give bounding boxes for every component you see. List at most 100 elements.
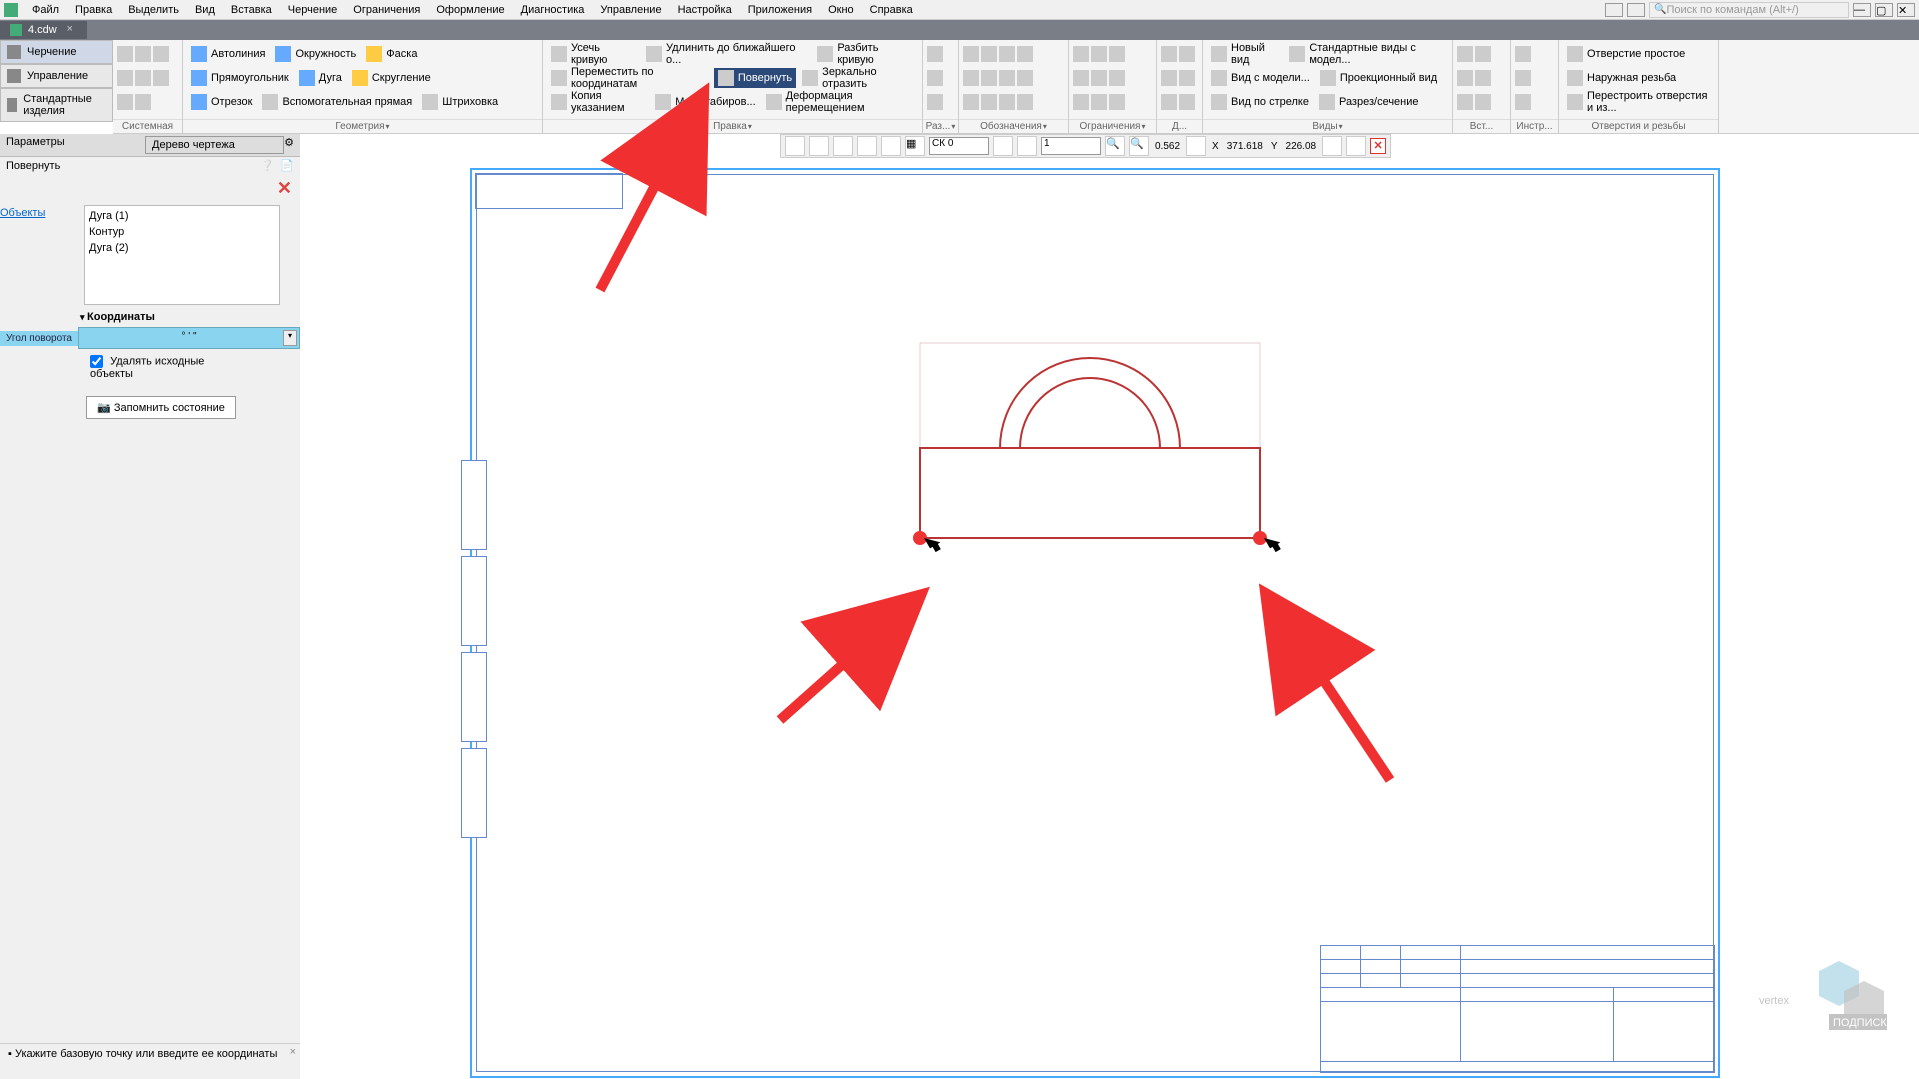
d5-icon[interactable] xyxy=(1161,94,1177,110)
btn-stdviews[interactable]: Стандартные виды с модел... xyxy=(1285,40,1448,68)
panel-gear-icon[interactable]: ⚙ xyxy=(284,136,294,154)
a9-icon[interactable] xyxy=(963,94,979,110)
a6-icon[interactable] xyxy=(981,70,997,86)
group-label-constr[interactable]: Ограничения xyxy=(1069,119,1156,133)
a8-icon[interactable] xyxy=(1017,70,1033,86)
ctb-6[interactable] xyxy=(993,136,1013,156)
btn-projview[interactable]: Проекционный вид xyxy=(1316,68,1441,88)
i4-icon[interactable] xyxy=(1475,70,1491,86)
dim1-icon[interactable] xyxy=(927,46,943,62)
btn-fillet[interactable]: Скругление xyxy=(348,68,435,88)
list-item[interactable]: Дуга (2) xyxy=(87,240,277,256)
c7-icon[interactable] xyxy=(1073,94,1089,110)
section-coordinates[interactable]: Координаты xyxy=(0,307,300,327)
i1-icon[interactable] xyxy=(1457,46,1473,62)
a11-icon[interactable] xyxy=(999,94,1015,110)
d3-icon[interactable] xyxy=(1161,70,1177,86)
ctb-2[interactable] xyxy=(809,136,829,156)
print-icon[interactable] xyxy=(117,70,133,86)
group-label-annot[interactable]: Обозначения xyxy=(959,119,1068,133)
menu-manage[interactable]: Управление xyxy=(592,2,669,18)
btn-modelview[interactable]: Вид с модели... xyxy=(1207,68,1314,88)
c4-icon[interactable] xyxy=(1073,70,1089,86)
group-label-views[interactable]: Виды xyxy=(1203,119,1452,133)
angle-input[interactable]: ° ' " ▾ xyxy=(78,327,300,349)
btn-segment[interactable]: Отрезок xyxy=(187,92,256,112)
a10-icon[interactable] xyxy=(981,94,997,110)
maximize-button[interactable]: ▢ xyxy=(1875,3,1893,17)
btn-section[interactable]: Разрез/сечение xyxy=(1315,92,1423,112)
doc-tab-close[interactable]: × xyxy=(63,23,77,37)
ctb-1[interactable] xyxy=(785,136,805,156)
a4-icon[interactable] xyxy=(1017,46,1033,62)
mode-drawing[interactable]: Черчение xyxy=(0,40,113,64)
status-close-icon[interactable]: × xyxy=(290,1046,296,1058)
btn-rebuild[interactable]: Перестроить отверстия и из... xyxy=(1563,88,1714,116)
c2-icon[interactable] xyxy=(1091,46,1107,62)
btn-newview[interactable]: Новый вид xyxy=(1207,40,1283,68)
objects-link[interactable]: Объекты xyxy=(0,203,84,307)
ctb-8[interactable] xyxy=(1186,136,1206,156)
ctb-3[interactable] xyxy=(833,136,853,156)
a2-icon[interactable] xyxy=(981,46,997,62)
menu-insert[interactable]: Вставка xyxy=(223,2,280,18)
redo-icon[interactable] xyxy=(135,94,151,110)
c9-icon[interactable] xyxy=(1109,94,1125,110)
group-label-geom[interactable]: Геометрия xyxy=(183,119,542,133)
menu-diag[interactable]: Диагностика xyxy=(513,2,593,18)
new-icon[interactable] xyxy=(117,46,133,62)
c3-icon[interactable] xyxy=(1109,46,1125,62)
ctb-5[interactable] xyxy=(881,136,901,156)
ctb-10[interactable] xyxy=(1346,136,1366,156)
zoom-in-icon[interactable]: 🔍 xyxy=(1129,136,1149,156)
object-list[interactable]: Дуга (1) Контур Дуга (2) xyxy=(84,205,280,305)
btn-arrowview[interactable]: Вид по стрелке xyxy=(1207,92,1313,112)
preview-icon[interactable] xyxy=(135,70,151,86)
btn-rotate[interactable]: Повернуть xyxy=(714,68,796,88)
menu-format[interactable]: Оформление xyxy=(428,2,512,18)
dim2-icon[interactable] xyxy=(927,70,943,86)
d2-icon[interactable] xyxy=(1179,46,1195,62)
doc-tab-active[interactable]: 4.cdw × xyxy=(0,21,87,39)
btn-rect[interactable]: Прямоугольник xyxy=(187,68,293,88)
menu-apps[interactable]: Приложения xyxy=(740,2,820,18)
menu-settings[interactable]: Настройка xyxy=(670,2,740,18)
list-item[interactable]: Дуга (1) xyxy=(87,208,277,224)
group-label-diag[interactable]: Д... xyxy=(1157,119,1202,133)
group-label-holes[interactable]: Отверстия и резьбы xyxy=(1559,119,1718,133)
menu-edit[interactable]: Правка xyxy=(67,2,120,18)
close-button[interactable]: ✕ xyxy=(1897,3,1915,17)
zoom-out-icon[interactable]: 🔍 xyxy=(1105,136,1125,156)
mode-std-parts[interactable]: Стандартные изделия xyxy=(0,88,113,122)
a3-icon[interactable] xyxy=(999,46,1015,62)
btn-circle[interactable]: Окружность xyxy=(271,44,360,64)
btn-copy[interactable]: Копия указанием xyxy=(547,88,649,116)
list-item[interactable]: Контур xyxy=(87,224,277,240)
c8-icon[interactable] xyxy=(1091,94,1107,110)
save-state-button[interactable]: 📷 Запомнить состояние xyxy=(86,396,236,419)
group-label-insert[interactable]: Вст... xyxy=(1453,119,1510,133)
btn-holesimple[interactable]: Отверстие простое xyxy=(1563,44,1689,64)
help-icon[interactable]: ❔ xyxy=(261,159,275,172)
menu-select[interactable]: Выделить xyxy=(120,2,187,18)
drawing-canvas[interactable]: ▦ СК 0 1 🔍 🔍 0.562 X 371.618 Y 226.08 ✕ xyxy=(300,148,1919,1079)
a1-icon[interactable] xyxy=(963,46,979,62)
grid-icon[interactable]: ▦ xyxy=(905,136,925,156)
mode-manage[interactable]: Управление xyxy=(0,64,113,88)
i6-icon[interactable] xyxy=(1475,94,1491,110)
menu-view[interactable]: Вид xyxy=(187,2,223,18)
c6-icon[interactable] xyxy=(1109,70,1125,86)
menu-file[interactable]: Файл xyxy=(24,2,67,18)
ctb-4[interactable] xyxy=(857,136,877,156)
layout-btn-1[interactable] xyxy=(1605,3,1623,17)
export-icon[interactable] xyxy=(153,70,169,86)
c1-icon[interactable] xyxy=(1073,46,1089,62)
menu-constraints[interactable]: Ограничения xyxy=(345,2,428,18)
group-label-edit[interactable]: Правка xyxy=(543,119,922,133)
menu-window[interactable]: Окно xyxy=(820,2,862,18)
ctb-7[interactable] xyxy=(1017,136,1037,156)
cancel-x-icon[interactable]: ✕ xyxy=(1370,138,1386,154)
open-icon[interactable] xyxy=(135,46,151,62)
t3-icon[interactable] xyxy=(1515,94,1531,110)
btn-arc[interactable]: Дуга xyxy=(295,68,346,88)
